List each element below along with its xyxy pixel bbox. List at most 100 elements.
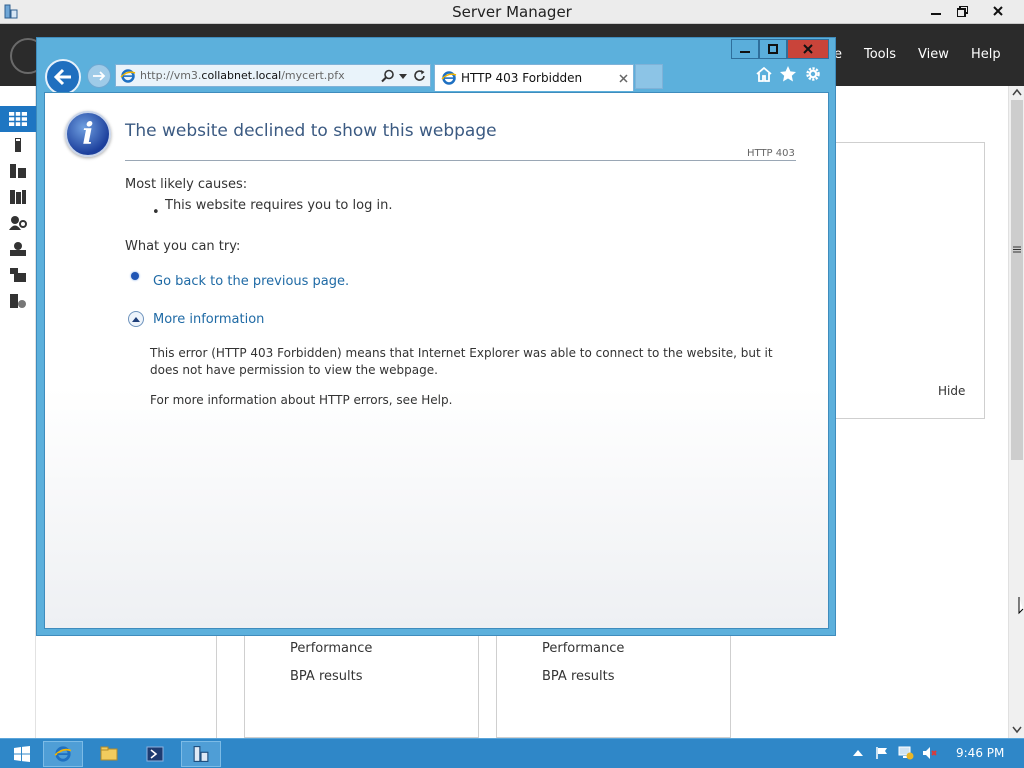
close-icon: [993, 6, 1003, 16]
sm-nav-file-services[interactable]: [0, 262, 36, 288]
tab-close-icon[interactable]: [619, 74, 628, 83]
start-button[interactable]: [2, 741, 42, 767]
server-manager-icon: [193, 746, 209, 762]
server-manager-titlebar: Server Manager: [0, 0, 1024, 24]
file-storage-icon: [10, 190, 26, 204]
sm-nav-iis[interactable]: [0, 288, 36, 314]
grip-icon: [1013, 246, 1021, 253]
sm-menu-tools[interactable]: Tools: [864, 47, 896, 62]
tray-network[interactable]: [898, 745, 914, 761]
ad-users-icon: [9, 216, 27, 230]
bullet-icon: •: [152, 205, 160, 220]
more-info-paragraph: This error (HTTP 403 Forbidden) means th…: [150, 346, 773, 377]
folder-icon: [100, 746, 118, 761]
error-heading: The website declined to show this webpag…: [125, 121, 497, 141]
tray-show-hidden-icons[interactable]: [850, 745, 866, 761]
server-manager-nav: [0, 86, 36, 738]
ie-forward-button[interactable]: [87, 64, 111, 88]
restore-icon: [956, 5, 968, 17]
all-servers-icon: [10, 164, 26, 178]
favorites-star-icon[interactable]: [779, 65, 797, 83]
sm-nav-file-storage[interactable]: [0, 184, 36, 210]
help-paragraph: For more information about HTTP errors, …: [150, 393, 453, 407]
close-icon: [803, 44, 813, 54]
scroll-up-arrow-icon[interactable]: [1012, 88, 1022, 96]
minimize-icon: [931, 13, 941, 15]
forward-arrow-icon: [93, 71, 106, 81]
ie-address-bar[interactable]: http://vm3.collabnet.local/mycert.pfx: [115, 64, 431, 87]
ie-close-button[interactable]: [787, 39, 829, 59]
ie-new-tab-button[interactable]: [635, 64, 663, 89]
sm-menu-help[interactable]: Help: [971, 47, 1001, 62]
refresh-icon[interactable]: [413, 69, 427, 83]
sm-tile-performance[interactable]: Performance: [542, 641, 624, 656]
windows-logo-icon: [14, 746, 30, 762]
taskbar-file-explorer[interactable]: [89, 741, 129, 767]
ie-tab-active[interactable]: HTTP 403 Forbidden: [434, 64, 634, 91]
sm-maximize-button[interactable]: [946, 0, 978, 22]
collapse-chevron-icon[interactable]: [128, 311, 144, 327]
iis-icon: [10, 294, 26, 308]
volume-muted-icon: [923, 747, 937, 759]
sm-tiles-frame: [216, 636, 217, 738]
sm-hide-link[interactable]: Hide: [938, 384, 965, 398]
ie-page-icon: [120, 69, 136, 83]
home-icon[interactable]: [755, 66, 773, 83]
taskbar-internet-explorer[interactable]: [43, 741, 83, 767]
causes-label: Most likely causes:: [125, 177, 248, 192]
go-back-link[interactable]: Go back to the previous page.: [153, 274, 349, 289]
taskbar: 9:46 PM: [0, 738, 1024, 768]
internet-explorer-icon: [54, 746, 72, 762]
file-services-icon: [10, 268, 26, 282]
url-prefix: http://vm3.: [140, 69, 202, 82]
local-server-icon: [15, 138, 21, 152]
search-icon[interactable]: [381, 69, 395, 83]
taskbar-powershell[interactable]: [135, 741, 175, 767]
more-information-link[interactable]: More information: [153, 312, 264, 327]
cause-item: This website requires you to log in.: [165, 198, 393, 213]
ie-back-button[interactable]: [45, 59, 81, 95]
ie-maximize-button[interactable]: [759, 39, 787, 59]
ad-ds-icon: [10, 242, 26, 256]
sm-nav-local-server[interactable]: [0, 132, 36, 158]
internet-explorer-window: http://vm3.collabnet.local/mycert.pfx HT…: [36, 37, 836, 636]
sm-nav-all-servers[interactable]: [0, 158, 36, 184]
settings-gear-icon[interactable]: [804, 65, 822, 83]
dashboard-icon: [9, 112, 27, 126]
sm-role-tile[interactable]: Performance BPA results: [244, 636, 479, 738]
mouse-cursor-icon: [1018, 597, 1024, 615]
tray-action-center[interactable]: [874, 745, 890, 761]
url-domain: collabnet.local: [201, 69, 282, 82]
bullet-dot-icon: [131, 272, 139, 280]
sm-close-button[interactable]: [982, 0, 1014, 22]
sm-tile-bpa-results[interactable]: BPA results: [290, 669, 363, 684]
chevron-up-icon: [853, 750, 863, 756]
info-icon: i: [65, 111, 111, 157]
ie-tab-favicon-icon: [441, 71, 457, 85]
sm-nav-dashboard[interactable]: [0, 106, 36, 132]
minimize-icon: [740, 51, 750, 53]
server-manager-title: Server Manager: [452, 3, 572, 21]
dropdown-arrow-icon[interactable]: [399, 74, 407, 79]
error-code: HTTP 403: [747, 148, 795, 159]
ie-tab-title: HTTP 403 Forbidden: [461, 71, 583, 85]
sm-role-tile[interactable]: Performance BPA results: [496, 636, 731, 738]
ie-address-url[interactable]: http://vm3.collabnet.local/mycert.pfx: [140, 69, 345, 82]
flag-icon: [876, 747, 887, 759]
sm-vertical-scrollbar[interactable]: [1008, 86, 1024, 738]
taskbar-server-manager[interactable]: [181, 741, 221, 767]
sm-nav-ad-users[interactable]: [0, 210, 36, 236]
sm-tile-performance[interactable]: Performance: [290, 641, 372, 656]
sm-welcome-panel: [836, 142, 985, 419]
scroll-down-arrow-icon[interactable]: [1012, 726, 1022, 734]
back-arrow-icon: [53, 68, 71, 86]
sm-scrollbar-thumb[interactable]: [1011, 100, 1023, 460]
sm-tile-bpa-results[interactable]: BPA results: [542, 669, 615, 684]
ie-page-content: i The website declined to show this webp…: [44, 92, 829, 629]
sm-nav-ad-ds[interactable]: [0, 236, 36, 262]
tray-volume[interactable]: [922, 745, 938, 761]
sm-menu-view[interactable]: View: [918, 47, 949, 62]
ie-minimize-button[interactable]: [731, 39, 759, 59]
url-path: /mycert.pfx: [281, 69, 345, 82]
taskbar-clock[interactable]: 9:46 PM: [956, 746, 1004, 760]
